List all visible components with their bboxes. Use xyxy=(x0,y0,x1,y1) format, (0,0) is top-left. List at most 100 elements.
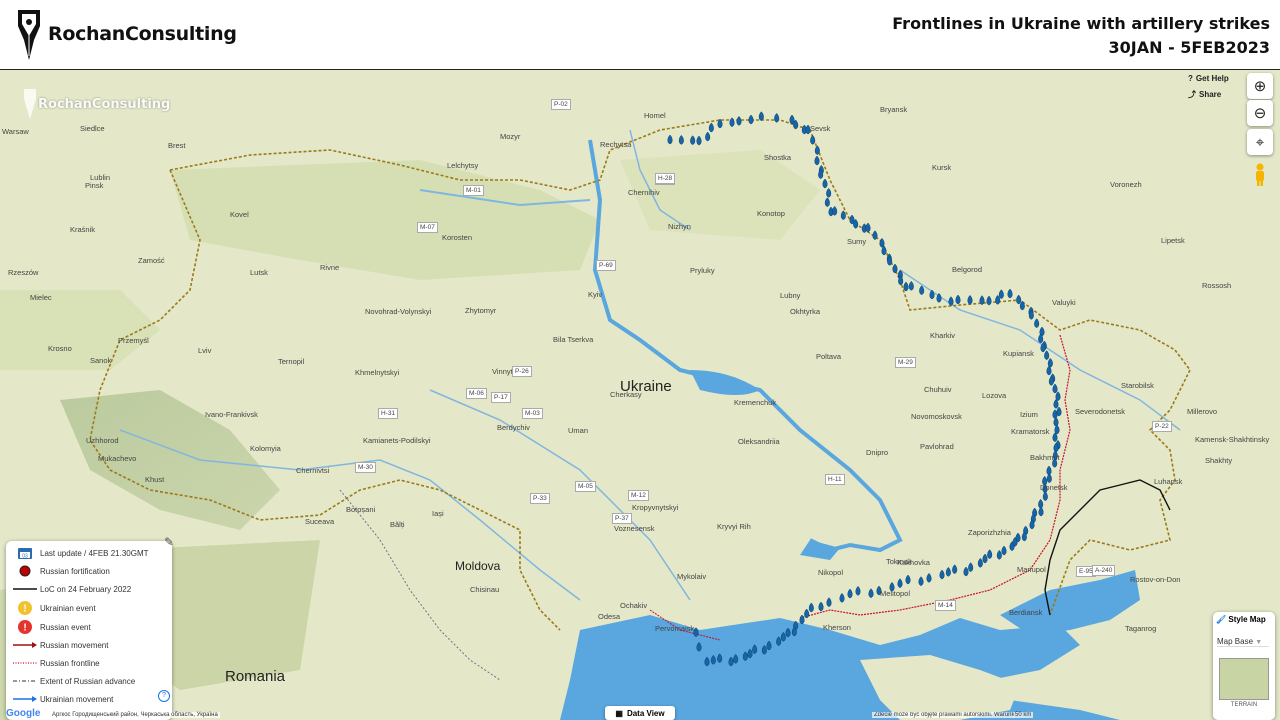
artillery-strike-marker[interactable] xyxy=(704,656,710,667)
artillery-strike-marker[interactable] xyxy=(742,651,748,661)
artillery-strike-marker[interactable] xyxy=(766,640,772,651)
share-link[interactable]: ⤴ Share xyxy=(1188,89,1221,100)
artillery-strike-marker[interactable] xyxy=(872,230,878,240)
artillery-strike-marker[interactable] xyxy=(822,178,828,189)
legend-collapse-icon[interactable]: ✎ xyxy=(164,535,174,549)
artillery-strike-marker[interactable] xyxy=(840,210,846,220)
artillery-strike-marker[interactable] xyxy=(799,614,805,625)
artillery-strike-marker[interactable] xyxy=(847,588,853,599)
artillery-strike-marker[interactable] xyxy=(919,285,925,295)
artillery-strike-marker[interactable] xyxy=(814,145,820,155)
artillery-strike-marker[interactable] xyxy=(717,653,723,663)
artillery-strike-marker[interactable] xyxy=(1046,473,1052,483)
artillery-strike-marker[interactable] xyxy=(968,562,974,572)
map-base-select[interactable]: Map Base ▼ xyxy=(1217,637,1269,647)
locate-button[interactable]: ⌖ xyxy=(1247,129,1273,155)
artillery-strike-marker[interactable] xyxy=(804,608,810,619)
terrain-thumbnail[interactable] xyxy=(1219,658,1269,700)
artillery-strike-marker[interactable] xyxy=(667,134,673,145)
city-label: Belgorod xyxy=(952,265,983,274)
artillery-strike-marker[interactable] xyxy=(1052,383,1058,394)
artillery-strike-marker[interactable] xyxy=(998,289,1004,299)
artillery-strike-marker[interactable] xyxy=(945,566,951,577)
artillery-strike-marker[interactable] xyxy=(936,292,942,303)
artillery-strike-marker[interactable] xyxy=(903,281,909,292)
artillery-strike-marker[interactable] xyxy=(736,115,742,126)
artillery-strike-marker[interactable] xyxy=(955,294,961,305)
artillery-strike-marker[interactable] xyxy=(826,597,832,607)
artillery-strike-marker[interactable] xyxy=(678,134,684,145)
artillery-strike-marker[interactable] xyxy=(818,601,824,612)
artillery-strike-marker[interactable] xyxy=(785,627,791,638)
artillery-strike-marker[interactable] xyxy=(708,122,714,133)
artillery-strike-marker[interactable] xyxy=(892,263,898,274)
artillery-strike-marker[interactable] xyxy=(1044,350,1050,360)
artillery-strike-marker[interactable] xyxy=(839,592,845,603)
artillery-strike-marker[interactable] xyxy=(774,112,780,123)
artillery-strike-marker[interactable] xyxy=(748,114,754,125)
artillery-strike-marker[interactable] xyxy=(1042,491,1048,501)
artillery-strike-marker[interactable] xyxy=(986,295,992,306)
artillery-strike-marker[interactable] xyxy=(897,578,903,588)
artillery-strike-marker[interactable] xyxy=(761,644,767,655)
artillery-strike-marker[interactable] xyxy=(808,602,814,613)
artillery-strike-marker[interactable] xyxy=(810,134,816,145)
artillery-strike-marker[interactable] xyxy=(1007,288,1013,299)
artillery-strike-marker[interactable] xyxy=(705,131,711,142)
artillery-strike-marker[interactable] xyxy=(826,187,832,198)
style-map-button[interactable]: 🖌 Style Map xyxy=(1216,615,1266,624)
artillery-strike-marker[interactable] xyxy=(752,644,758,654)
artillery-strike-marker[interactable] xyxy=(814,155,820,166)
artillery-strike-marker[interactable] xyxy=(1055,391,1061,401)
street-view-button[interactable] xyxy=(1247,162,1273,188)
artillery-strike-marker[interactable] xyxy=(776,636,782,646)
artillery-strike-marker[interactable] xyxy=(728,656,734,667)
artillery-strike-marker[interactable] xyxy=(979,295,985,305)
artillery-strike-marker[interactable] xyxy=(879,237,885,248)
artillery-strike-marker[interactable] xyxy=(939,569,945,580)
artillery-strike-marker[interactable] xyxy=(1001,545,1007,556)
artillery-strike-marker[interactable] xyxy=(1052,409,1058,419)
artillery-strike-marker[interactable] xyxy=(996,549,1002,560)
artillery-strike-marker[interactable] xyxy=(690,135,696,145)
legend-info-icon[interactable]: ? xyxy=(158,690,170,702)
zoom-out-button[interactable]: ⊖ xyxy=(1247,100,1273,126)
artillery-strike-marker[interactable] xyxy=(905,574,911,585)
map-canvas[interactable]: RochanConsulting Ukraine Moldova Romania… xyxy=(0,70,1280,720)
artillery-strike-marker[interactable] xyxy=(952,564,958,574)
artillery-strike-marker[interactable] xyxy=(865,222,871,233)
artillery-strike-marker[interactable] xyxy=(948,296,954,306)
artillery-strike-marker[interactable] xyxy=(696,641,702,652)
artillery-strike-marker[interactable] xyxy=(696,135,702,146)
artillery-strike-marker[interactable] xyxy=(855,585,861,596)
data-view-button[interactable]: ▦ Data View xyxy=(605,706,675,720)
artillery-strike-marker[interactable] xyxy=(963,566,969,577)
artillery-strike-marker[interactable] xyxy=(918,576,924,586)
watermark-text: RochanConsulting xyxy=(38,96,171,112)
artillery-strike-marker[interactable] xyxy=(780,631,786,642)
zoom-in-button[interactable]: ⊕ xyxy=(1247,73,1273,99)
artillery-strike-marker[interactable] xyxy=(789,114,795,125)
artillery-strike-marker[interactable] xyxy=(929,289,935,300)
artillery-strike-marker[interactable] xyxy=(1034,318,1040,328)
artillery-strike-marker[interactable] xyxy=(824,197,830,207)
artillery-strike-marker[interactable] xyxy=(693,627,699,637)
artillery-strike-marker[interactable] xyxy=(967,294,973,305)
artillery-strike-marker[interactable] xyxy=(758,111,764,121)
artillery-strike-marker[interactable] xyxy=(1016,294,1022,305)
artillery-strike-marker[interactable] xyxy=(733,653,739,664)
artillery-strike-marker[interactable] xyxy=(717,118,723,129)
artillery-strike-marker[interactable] xyxy=(926,572,932,583)
artillery-strike-marker[interactable] xyxy=(908,280,914,291)
artillery-strike-marker[interactable] xyxy=(987,549,993,559)
artillery-strike-marker[interactable] xyxy=(710,654,716,665)
city-label: Kursk xyxy=(932,163,952,172)
artillery-strike-marker[interactable] xyxy=(1038,506,1044,517)
artillery-strike-marker[interactable] xyxy=(747,648,753,659)
artillery-strike-marker[interactable] xyxy=(729,117,735,127)
artillery-strike-marker[interactable] xyxy=(982,553,988,564)
artillery-strike-marker[interactable] xyxy=(977,557,983,568)
help-link[interactable]: ? Get Help xyxy=(1188,74,1229,83)
artillery-strike-marker[interactable] xyxy=(868,588,874,598)
artillery-strike-marker[interactable] xyxy=(832,205,838,216)
